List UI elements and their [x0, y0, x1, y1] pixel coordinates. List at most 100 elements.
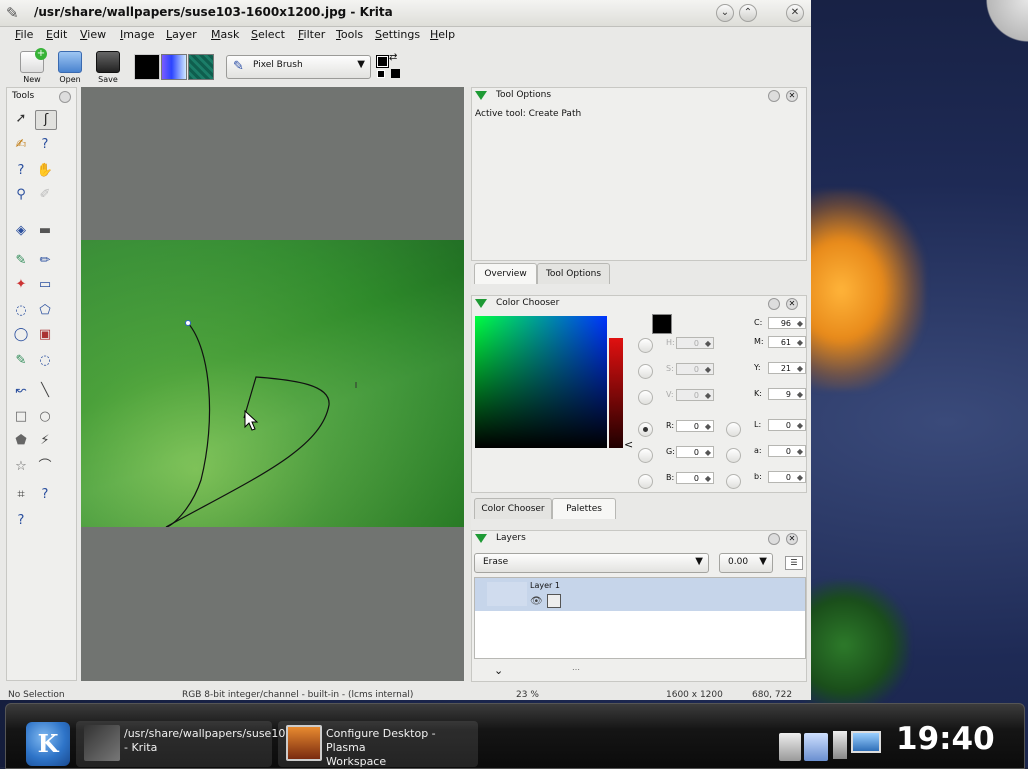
rectangle-tool-icon[interactable]: □ — [11, 408, 31, 426]
rect-select-icon[interactable]: ▭ — [35, 276, 55, 294]
unknown-tool-icon[interactable]: ? — [35, 136, 55, 154]
unknown-tool-icon[interactable]: ? — [35, 486, 55, 504]
network-tray-icon[interactable] — [833, 731, 881, 761]
menu-settings[interactable]: Settings — [375, 28, 420, 41]
tab-color-chooser[interactable]: Color Chooser — [474, 498, 552, 519]
curve-tool-icon[interactable]: ↜ — [11, 382, 31, 400]
cyan-spinbox[interactable]: 96 — [768, 317, 806, 330]
gradient-tool-icon[interactable]: ▬ — [35, 222, 55, 240]
more-options-icon[interactable]: … — [572, 663, 580, 672]
visibility-eye-icon[interactable]: 👁 — [530, 596, 543, 607]
tab-palettes[interactable]: Palettes — [552, 498, 616, 519]
lightness-spinbox[interactable]: 0 — [768, 419, 806, 432]
a-channel-radio[interactable] — [726, 448, 741, 463]
black-spinbox[interactable]: 9 — [768, 388, 806, 401]
foreground-color-swatch[interactable] — [134, 54, 160, 80]
save-button[interactable]: Save — [91, 51, 125, 84]
polyline-tool-icon[interactable]: ⚡ — [35, 432, 55, 450]
zoom-icon[interactable]: ⚲ — [11, 186, 31, 204]
task-krita[interactable]: /usr/share/wallpapers/suse103 - Krita — [76, 721, 292, 767]
brush-preset-select[interactable]: ✎ Pixel Brush ▼ — [226, 55, 371, 79]
yellow-spinbox[interactable]: 21 — [768, 362, 806, 375]
similar-select-icon[interactable]: ✎ — [11, 352, 31, 370]
software-updater-tray-icon[interactable] — [804, 733, 828, 761]
close-button[interactable]: ✕ — [786, 4, 804, 22]
blue-spinbox[interactable]: 0 — [676, 472, 714, 485]
freehand-select-icon[interactable]: ◯ — [11, 326, 31, 344]
fill-bucket-icon[interactable]: ◈ — [11, 222, 31, 240]
red-spinbox[interactable]: 0 — [676, 420, 714, 433]
menu-file[interactable]: File — [15, 28, 33, 41]
docker-float-button[interactable] — [768, 90, 780, 102]
layer-row[interactable]: Layer 1 👁 — [475, 578, 805, 611]
brush-tool-icon[interactable]: ✏ — [35, 252, 55, 270]
open-button[interactable]: Open — [53, 51, 87, 84]
crop-tool-icon[interactable]: ⌗ — [11, 486, 31, 504]
select-shapes-tool-icon[interactable]: ➚ — [11, 110, 31, 128]
task-configure-desktop[interactable]: Configure Desktop - Plasma Workspace — [278, 721, 478, 768]
docker-float-button[interactable] — [768, 533, 780, 545]
collapse-triangle-icon[interactable] — [475, 299, 487, 308]
kde-menu-icon[interactable]: K — [26, 722, 70, 766]
docker-float-button[interactable] — [59, 91, 71, 103]
menu-layer[interactable]: Layer — [166, 28, 197, 41]
color-picker-icon[interactable]: ✎ — [11, 252, 31, 270]
collapse-triangle-icon[interactable] — [475, 91, 487, 100]
menu-help[interactable]: Help — [430, 28, 455, 41]
green-radio[interactable] — [638, 448, 653, 463]
lightness-radio[interactable] — [726, 422, 741, 437]
menu-edit[interactable]: Edit — [46, 28, 67, 41]
a-channel-spinbox[interactable]: 0 — [768, 445, 806, 458]
composite-op-select[interactable]: Erase ▼ — [474, 553, 709, 573]
blue-radio[interactable] — [638, 474, 653, 489]
polygon-select-icon[interactable]: ⬠ — [35, 302, 55, 320]
magenta-spinbox[interactable]: 61 — [768, 336, 806, 349]
docker-close-icon[interactable]: ✕ — [786, 298, 798, 310]
new-button[interactable]: + New — [15, 48, 49, 84]
red-radio[interactable] — [638, 422, 653, 437]
ellipse-select-icon[interactable]: ◌ — [11, 302, 31, 320]
chevron-down-icon[interactable]: ⌄ — [494, 664, 503, 677]
tab-overview[interactable]: Overview — [474, 263, 537, 284]
menu-image[interactable]: Image — [120, 28, 154, 41]
gradient-swatch[interactable] — [161, 54, 187, 80]
create-path-tool-icon[interactable]: ʃ — [35, 110, 57, 130]
clipboard-tray-icon[interactable] — [779, 733, 801, 761]
slider-arrow-icon[interactable]: < — [624, 438, 633, 451]
contiguous-select-icon[interactable]: ▣ — [35, 326, 55, 344]
bezier-tool-icon[interactable]: ⌒ — [35, 458, 55, 476]
krita-app-icon[interactable]: ✎ — [6, 4, 19, 22]
title-bar[interactable]: ✎ /usr/share/wallpapers/suse103-1600x120… — [0, 0, 811, 27]
text-tool-icon[interactable]: ✍ — [11, 136, 31, 154]
line-tool-icon[interactable]: ╲ — [35, 382, 55, 400]
polygon-tool-icon[interactable]: ⬟ — [11, 432, 31, 450]
menu-filter[interactable]: Filter — [298, 28, 325, 41]
docker-close-icon[interactable]: ✕ — [786, 90, 798, 102]
fg-bg-color-icon[interactable]: ⇄ — [375, 52, 403, 80]
saturation-radio[interactable] — [638, 364, 653, 379]
collapse-triangle-icon[interactable] — [475, 534, 487, 543]
hue-saturation-field[interactable] — [475, 316, 607, 448]
green-spinbox[interactable]: 0 — [676, 446, 714, 459]
value-slider[interactable] — [609, 338, 623, 448]
ellipse-tool-icon[interactable]: ○ — [35, 408, 55, 426]
hue-radio[interactable] — [638, 338, 653, 353]
lock-icon[interactable] — [547, 594, 561, 608]
star-tool-icon[interactable]: ☆ — [11, 458, 31, 476]
pan-hand-icon[interactable]: ✋ — [35, 162, 55, 180]
menu-select[interactable]: Select — [251, 28, 285, 41]
plasma-toolbox-icon[interactable] — [980, 0, 1028, 48]
docker-close-icon[interactable]: ✕ — [786, 533, 798, 545]
value-radio[interactable] — [638, 390, 653, 405]
unknown-tool-icon[interactable]: ? — [11, 162, 31, 180]
opacity-select[interactable]: 0.00 ▼ — [719, 553, 773, 573]
docker-float-button[interactable] — [768, 298, 780, 310]
unknown-tool-icon[interactable]: ? — [11, 512, 31, 530]
maximize-button[interactable]: ⌃ — [739, 4, 757, 22]
path-select-icon[interactable]: ◌ — [35, 352, 55, 370]
b-channel-radio[interactable] — [726, 474, 741, 489]
minimize-button[interactable]: ⌄ — [716, 4, 734, 22]
menu-view[interactable]: View — [80, 28, 106, 41]
layer-menu-icon[interactable]: ☰ — [785, 556, 803, 570]
tab-tool-options[interactable]: Tool Options — [537, 263, 610, 284]
